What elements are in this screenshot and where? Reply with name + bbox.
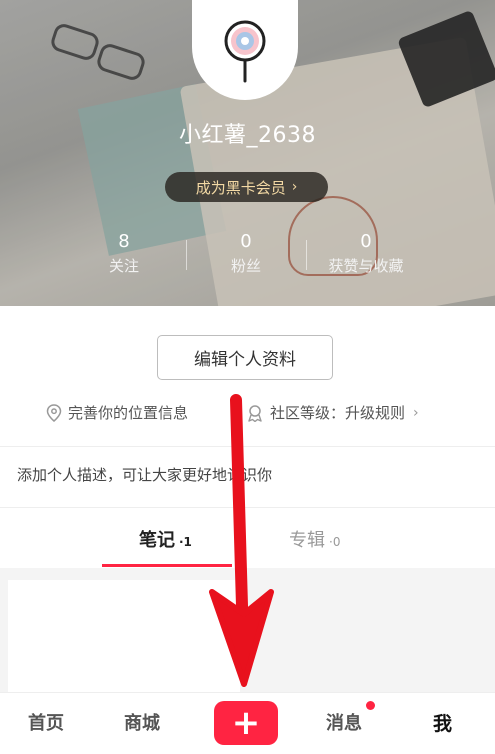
info-row: 完善你的位置信息 社区等级：升级规则 › [0,402,495,428]
tab-label: 笔记 [139,530,175,551]
unread-dot [366,701,375,710]
tab-count: ·0 [329,535,341,549]
bottom-navigation: 首页 商城 + 消息 我 [0,692,495,754]
profile-description[interactable]: 添加个人描述，可让大家更好地认识你 [17,464,272,485]
location-pin-icon [46,403,62,422]
active-tab-indicator [102,564,232,567]
divider [236,406,237,424]
community-level-icon [248,404,262,422]
note-card[interactable] [8,580,240,692]
stat-value: 8 [118,231,130,252]
divider [0,507,495,508]
nav-messages[interactable]: 消息 [326,709,362,735]
tab-label: 专辑 [289,530,325,551]
stat-label: 获赞与收藏 [328,257,404,275]
stat-value: 0 [360,231,372,252]
tab-count: ·1 [179,535,192,549]
tab-album[interactable]: 专辑 ·0 [289,526,340,552]
divider [0,446,495,447]
stat-label: 关注 [108,257,139,275]
nav-home[interactable]: 首页 [28,709,64,735]
location-link[interactable]: 完善你的位置信息 [46,402,188,423]
stat-value: 0 [240,231,252,252]
edit-profile-button[interactable]: 编辑个人资料 [157,335,333,380]
level-label: 社区等级：升级规则 [270,404,406,422]
stat-following[interactable]: 8 关注 [64,230,184,278]
stat-likes-collections[interactable]: 0 获赞与收藏 [306,230,426,278]
nav-mall[interactable]: 商城 [124,709,160,735]
stat-followers[interactable]: 0 粉丝 [186,230,306,278]
lollipop-avatar-icon [224,20,266,83]
profile-stats: 8 关注 0 粉丝 0 获赞与收藏 [0,230,495,282]
nav-me[interactable]: 我 [433,709,452,736]
tab-notes[interactable]: 笔记 ·1 [139,526,192,552]
create-post-button[interactable]: + [214,701,278,745]
chevron-right-icon: › [413,404,419,421]
chevron-right-icon: › [291,179,298,195]
community-level-link[interactable]: 社区等级：升级规则 › [246,402,419,423]
location-label: 完善你的位置信息 [68,404,189,422]
vip-label: 成为黑卡会员 [195,178,286,197]
stat-label: 粉丝 [230,257,261,275]
username: 小红薯_2638 [179,123,316,148]
vip-membership-button[interactable]: 成为黑卡会员 › [165,172,328,202]
